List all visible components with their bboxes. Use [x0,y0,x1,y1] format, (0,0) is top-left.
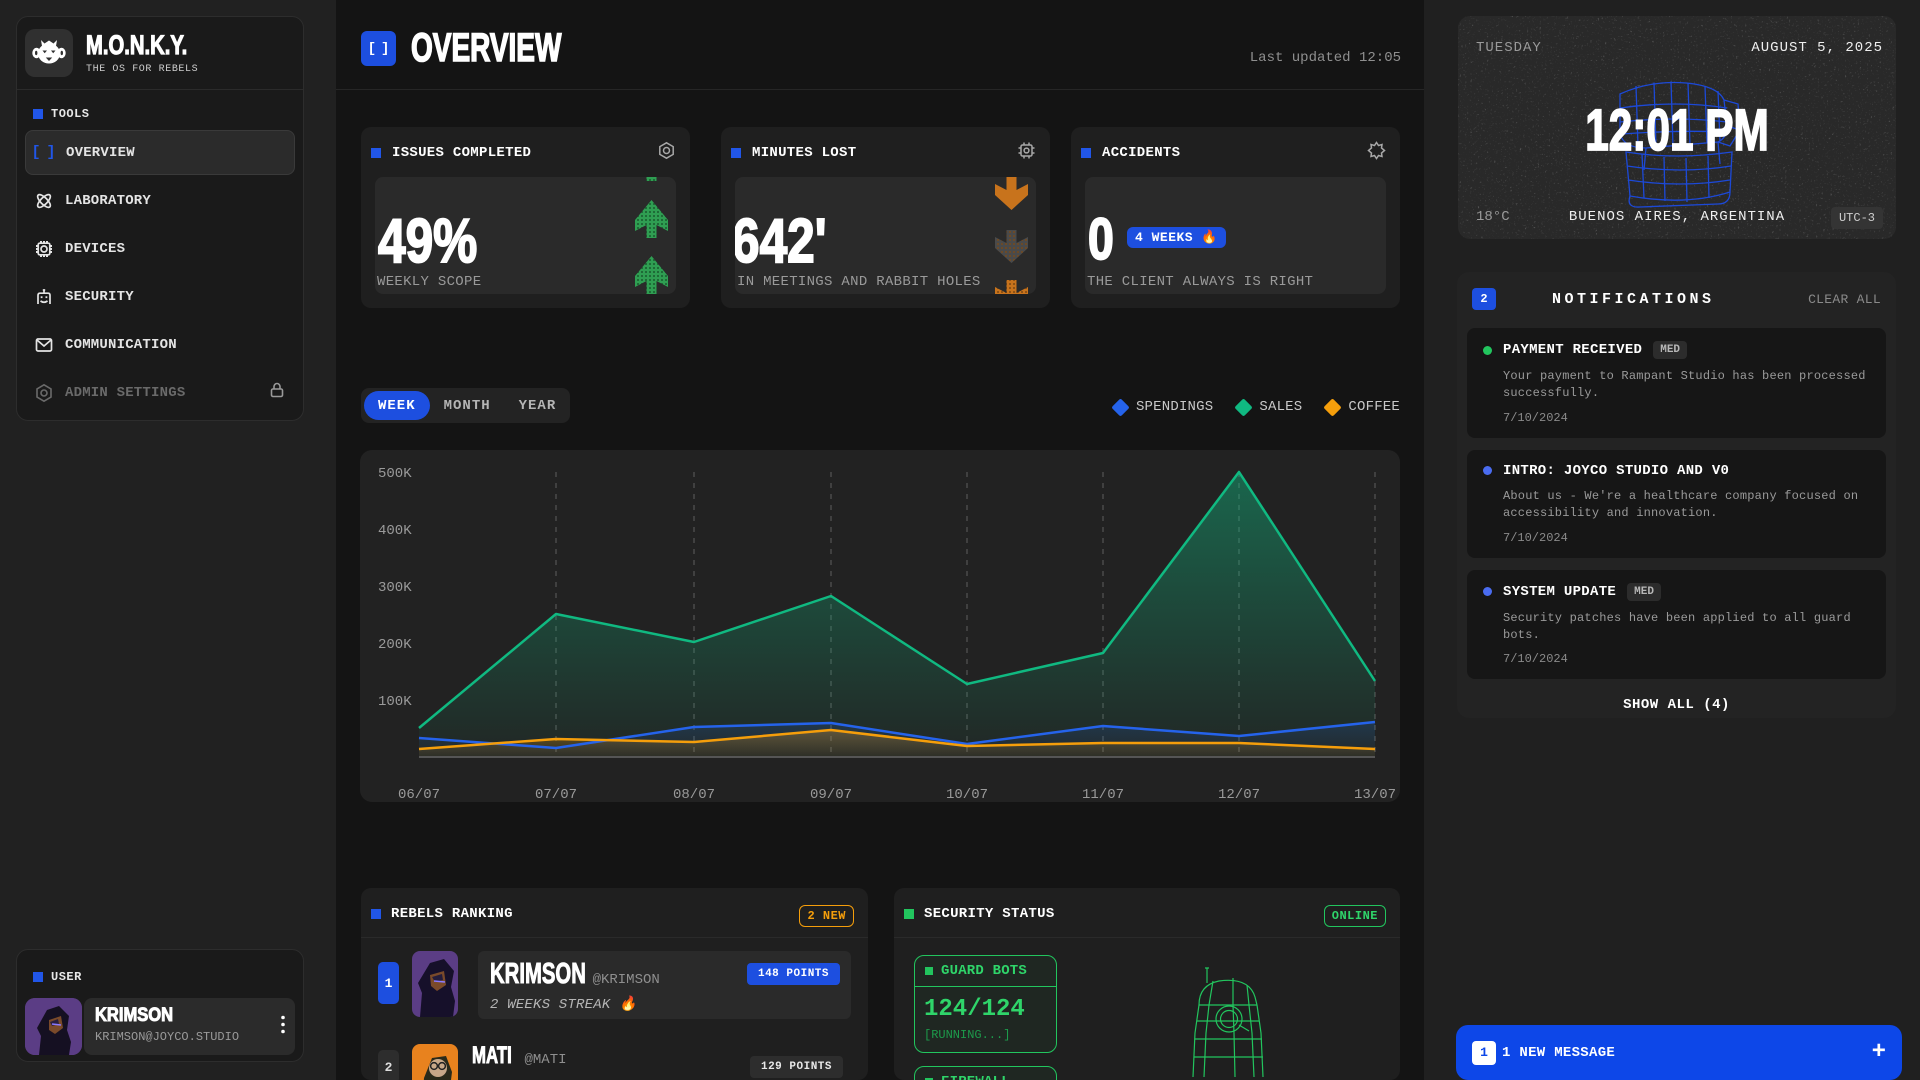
svg-text:13/07: 13/07 [1354,787,1396,802]
svg-text:200K: 200K [378,637,412,653]
svg-text:11/07: 11/07 [1082,787,1124,802]
svg-text:100K: 100K [378,694,412,710]
svg-text:300K: 300K [378,580,412,596]
svg-text:10/07: 10/07 [946,787,988,802]
svg-text:12/07: 12/07 [1218,787,1260,802]
svg-text:500K: 500K [378,466,412,482]
svg-text:09/07: 09/07 [810,787,852,802]
svg-text:06/07: 06/07 [398,787,440,802]
svg-text:400K: 400K [378,523,412,539]
svg-text:08/07: 08/07 [673,787,715,802]
svg-text:07/07: 07/07 [535,787,577,802]
